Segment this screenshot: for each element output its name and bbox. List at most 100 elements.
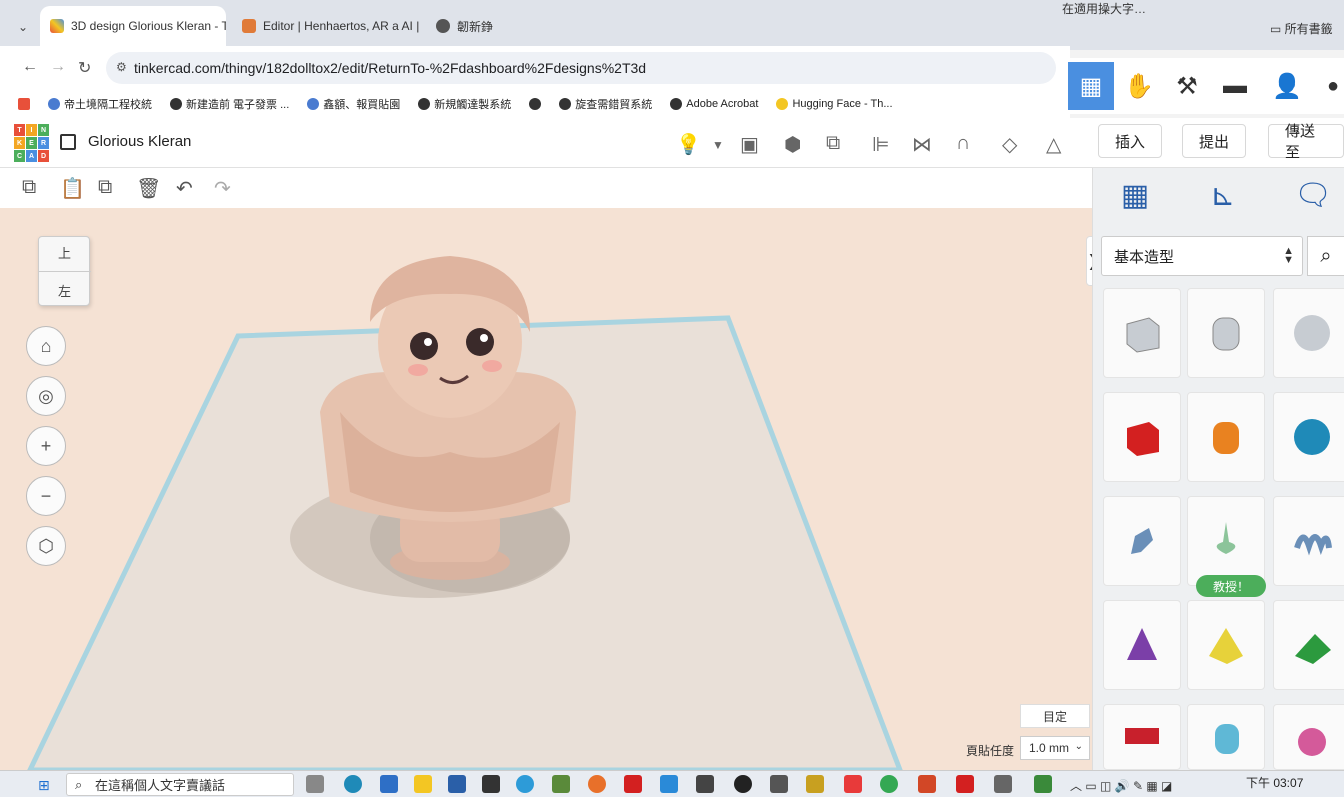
windows-start-icon[interactable]: ⊞ [38, 777, 50, 794]
app-icon[interactable] [994, 775, 1012, 793]
shape-roof[interactable] [1273, 600, 1344, 690]
bookmark-item[interactable]: 新規觸達製系統 [418, 96, 511, 112]
app-icon[interactable] [624, 775, 642, 793]
grid-view-icon[interactable]: ▦ [1068, 62, 1114, 110]
mail-icon[interactable] [380, 775, 398, 793]
bookmark-item[interactable]: 帝土境隔工程校統 [48, 96, 152, 112]
view-cube[interactable]: 上 左 [38, 236, 91, 306]
taskbar-search-field[interactable]: ⌕ 在這稱個人文字賣議話 [66, 773, 294, 796]
apps-icon[interactable] [18, 97, 30, 110]
magnet-icon[interactable]: ∩ [956, 132, 970, 155]
tinkercad-logo[interactable]: T I N K E R C A D [14, 124, 49, 162]
bookmark-item[interactable] [529, 97, 542, 110]
ie-icon[interactable] [516, 775, 534, 793]
group-icon[interactable]: ▣ [740, 132, 759, 157]
import-button[interactable]: 插入 [1098, 124, 1163, 158]
app-icon[interactable] [552, 775, 570, 793]
notes-icon[interactable]: 🗨 [1285, 172, 1341, 218]
bookmark-item[interactable]: 鑫額、報買貼園 [307, 96, 400, 112]
app-icon[interactable] [734, 775, 752, 793]
workplane-grid-icon[interactable]: ▦ [1107, 172, 1163, 218]
copy-icon[interactable]: ⧉ [22, 176, 36, 199]
perspective-icon[interactable]: ⬡ [26, 526, 66, 566]
avatar[interactable]: ● [1310, 62, 1344, 110]
back-icon[interactable]: ← [22, 58, 38, 76]
shape-cylinder-hole[interactable] [1187, 288, 1265, 378]
export-button[interactable]: 提出 [1182, 124, 1247, 158]
bookmark-item[interactable]: Adobe Acrobat [670, 97, 758, 110]
add-user-icon[interactable]: 👤 [1264, 62, 1310, 110]
shape-text-red[interactable] [1103, 704, 1181, 770]
shape-pyramid[interactable] [1187, 600, 1265, 690]
shape-tube[interactable] [1187, 704, 1265, 770]
shape-featured[interactable] [1187, 496, 1265, 586]
site-info-icon[interactable]: ⚙ [116, 60, 127, 74]
all-bookmarks-link[interactable]: ▭ 所有書籤 [1270, 20, 1333, 37]
pickaxe-icon[interactable]: ⚒ [1164, 62, 1210, 110]
shape-sphere-hole[interactable] [1273, 288, 1344, 378]
design-title[interactable]: Glorious Kleran [88, 133, 191, 150]
forward-icon[interactable]: → [50, 58, 66, 76]
search-icon[interactable]: ⌕ [1307, 236, 1344, 276]
chrome-icon[interactable] [880, 775, 898, 793]
firefox-icon[interactable] [588, 775, 606, 793]
shape-cylinder[interactable] [1187, 392, 1265, 482]
bookmark-item[interactable]: Hugging Face - Th... [776, 97, 893, 110]
task-view-icon[interactable] [306, 775, 324, 793]
bust-model[interactable] [300, 242, 600, 592]
briefcase-icon[interactable]: ▬ [1212, 62, 1258, 110]
shape-box[interactable] [1103, 392, 1181, 482]
send-to-button[interactable]: 傳送至 [1268, 123, 1344, 161]
bookmark-item[interactable]: 旋查需錯貿系統 [559, 96, 652, 112]
paste-icon[interactable]: 📋 [60, 176, 85, 201]
align-icon[interactable]: ⊫ [872, 132, 889, 157]
shape-text[interactable] [1273, 496, 1344, 586]
edit-grid-button[interactable]: 目定 [1020, 704, 1090, 728]
app-icon[interactable] [806, 775, 824, 793]
shape-category-select[interactable]: 基本造型 ▲ ▼ [1101, 236, 1303, 276]
trash-icon[interactable]: 🗑 [136, 176, 161, 201]
clock[interactable]: 下午 03:07 [1246, 774, 1303, 791]
redo-icon[interactable]: ↷ [214, 176, 231, 201]
tab-editor[interactable]: Editor | Henhaertos, AR a AI | ✕ [232, 6, 420, 46]
camera-icon[interactable] [696, 775, 714, 793]
bookmark-item[interactable]: 新建造前 電子發票 ... [170, 96, 289, 112]
app-icon[interactable] [660, 775, 678, 793]
tab-search-chevron-icon[interactable]: ⌄ [18, 20, 28, 34]
workplane-area[interactable]: 上 左 ⌂ ◎ + − ⬡ 目定 頁貼任度 1.0 mm ⌄ [0, 208, 1092, 770]
app-icon[interactable] [770, 775, 788, 793]
shape-cone[interactable] [1103, 600, 1181, 690]
hand-icon[interactable]: ✋ [1116, 62, 1162, 110]
file-explorer-icon[interactable] [414, 775, 432, 793]
acrobat-icon[interactable] [956, 775, 974, 793]
tab-tinkercad[interactable]: 3D design Glorious Kleran - T ✕ [40, 6, 226, 46]
shape-scribble[interactable] [1103, 496, 1181, 586]
app-icon[interactable] [844, 775, 862, 793]
powerpoint-icon[interactable] [918, 775, 936, 793]
snap-grid-select[interactable]: 1.0 mm ⌄ [1020, 736, 1090, 760]
shape-box-hole[interactable] [1103, 288, 1181, 378]
shapes-swap-icon[interactable]: ⧉ [826, 132, 840, 155]
ungroup-icon[interactable]: ⬢ [784, 132, 801, 157]
undo-icon[interactable]: ↶ [176, 176, 193, 201]
home-view-icon[interactable]: ⌂ [26, 326, 66, 366]
edge-icon[interactable] [344, 775, 362, 793]
url-field[interactable]: ⚙ tinkercad.com/thingv/182dolltox2/edit/… [106, 52, 1056, 84]
chevron-down-icon[interactable]: ▼ [712, 138, 724, 152]
mirror-icon[interactable]: ⋈ [912, 132, 932, 157]
shape-sphere[interactable] [1273, 392, 1344, 482]
design-list-icon[interactable] [60, 134, 76, 150]
light-bulb-icon[interactable]: 💡 [676, 132, 701, 157]
shape-paraboloid[interactable] [1273, 704, 1344, 770]
zoom-in-icon[interactable]: + [26, 426, 66, 466]
ruler-tag-icon[interactable]: ◇ [1002, 132, 1017, 157]
zoom-out-icon[interactable]: − [26, 476, 66, 516]
reload-icon[interactable]: ↻ [78, 58, 91, 78]
duplicate-icon[interactable]: ⧉ [98, 176, 112, 199]
ruler-icon[interactable]: ⊾ [1195, 172, 1251, 218]
teach-badge[interactable]: 教授！ [1196, 575, 1266, 597]
terminal-icon[interactable] [482, 775, 500, 793]
tab-third[interactable]: 韌新錚 [426, 6, 546, 46]
app-icon[interactable] [1034, 775, 1052, 793]
workplane-icon[interactable]: △ [1046, 132, 1061, 157]
